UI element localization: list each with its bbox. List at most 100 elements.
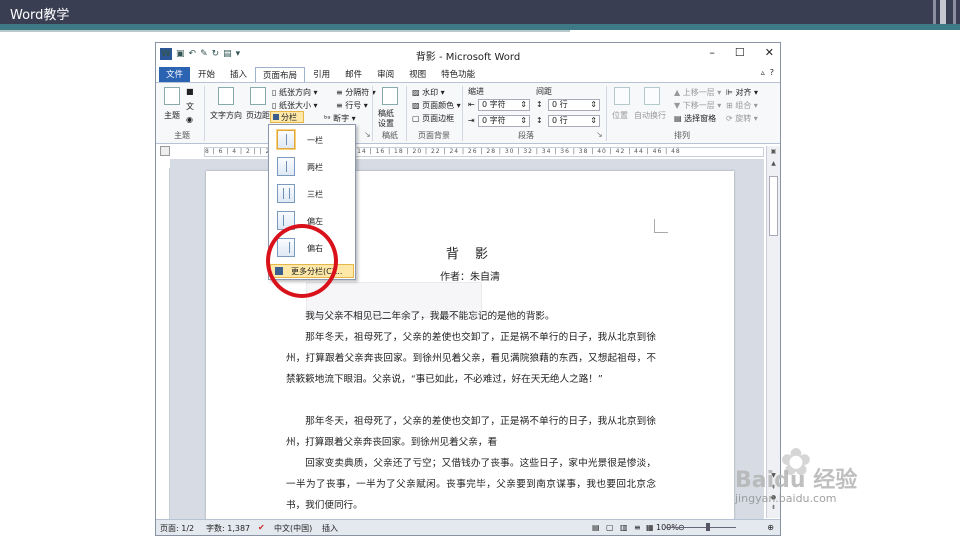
paragraph[interactable]: 那年冬天，祖母死了，父亲的差使也交卸了，正是祸不单行的日子，我从北京到徐州，打算… — [286, 327, 656, 390]
group-separator — [204, 86, 205, 141]
theme-fonts-icon[interactable]: 文 — [186, 101, 194, 112]
align-button[interactable]: ⊫ 对齐 ▾ — [726, 87, 758, 98]
web-layout-view-icon[interactable]: ▥ — [620, 523, 628, 532]
tab-mailings[interactable]: 邮件 — [338, 67, 369, 82]
text-direction-icon[interactable] — [218, 87, 234, 105]
align-label: 对齐 — [735, 88, 752, 97]
zoom-slider[interactable] — [666, 527, 736, 528]
breaks-button[interactable]: ≡ 分隔符 ▾ — [336, 87, 376, 98]
tab-page-layout[interactable]: 页面布局 — [255, 67, 306, 82]
page-setup-dialog-launcher-icon[interactable]: ↘ — [364, 130, 371, 139]
indent-right-input[interactable]: 0 字符 ⇕ — [478, 115, 530, 127]
paragraph-dialog-launcher-icon[interactable]: ↘ — [596, 130, 603, 139]
theme-effects-icon[interactable]: ◉ — [186, 115, 193, 124]
columns-option-one[interactable]: 一栏 — [271, 127, 355, 153]
header-stripe — [953, 0, 956, 24]
watermark-button[interactable]: ▨ 水印 ▾ — [412, 87, 445, 98]
indent-right-value: 0 字符 — [482, 116, 506, 125]
indent-label: 缩进 — [468, 87, 484, 96]
spacing-label: 间距 — [536, 87, 552, 96]
document-area: 背 影 作者：朱自清 我与父亲不相见已二年余了，我最不能忘记的是他的背影。 那年… — [170, 159, 764, 521]
columns-option-three[interactable]: 三栏 — [271, 181, 355, 207]
columns-option-two[interactable]: 两栏 — [271, 154, 355, 180]
margins-button[interactable]: 页边距 — [246, 110, 270, 121]
zoom-slider-knob[interactable] — [706, 523, 710, 531]
tab-references[interactable]: 引用 — [306, 67, 337, 82]
page-border-button[interactable]: ▢ 页面边框 — [412, 113, 454, 124]
outline-view-icon[interactable]: ≡ — [634, 523, 641, 532]
theme-colors-icon[interactable]: ■ — [186, 87, 194, 96]
position-icon[interactable] — [614, 87, 630, 105]
paragraph[interactable]: 那年冬天，祖母死了，父亲的差使也交卸了，正是祸不单行的日子，我从北京到徐州，打算… — [286, 411, 656, 453]
zoom-in-icon[interactable]: ⊕ — [767, 523, 774, 532]
draft-settings-button[interactable]: 稿纸 设置 — [378, 109, 394, 129]
hyphenation-label: 断字 — [333, 114, 350, 123]
columns-button[interactable]: 分栏 — [270, 111, 304, 123]
ribbon-tabs: 文件 开始 插入 页面布局 引用 邮件 审阅 视图 特色功能 — [156, 66, 780, 82]
text-direction-button[interactable]: 文字方向 — [210, 110, 242, 121]
proofing-icon[interactable]: ✔ — [258, 523, 265, 532]
insert-mode[interactable]: 插入 — [322, 523, 338, 534]
slide-deco-line — [0, 30, 570, 32]
tab-view[interactable]: 视图 — [402, 67, 433, 82]
vertical-ruler[interactable] — [160, 168, 170, 528]
line-numbers-label: 行号 — [345, 101, 362, 110]
line-numbers-button[interactable]: ≡ 行号 ▾ — [336, 100, 368, 111]
spin-arrows-icon[interactable]: ⇕ — [590, 100, 599, 110]
word-count[interactable]: 字数: 1,387 — [206, 523, 250, 534]
wrap-text-button[interactable]: 自动换行 — [634, 110, 666, 121]
paragraph[interactable]: 我与父亲不相见已二年余了，我最不能忘记的是他的背影。 — [286, 306, 656, 327]
wrap-text-icon[interactable] — [644, 87, 660, 105]
indent-left-input[interactable]: 0 字符 ⇕ — [478, 99, 530, 111]
page-color-button[interactable]: ▨ 页面颜色 ▾ — [412, 100, 461, 111]
scroll-up-icon[interactable]: ▲ — [769, 160, 778, 169]
tab-insert[interactable]: 插入 — [223, 67, 254, 82]
minimize-ribbon-icon[interactable]: ▵ — [761, 68, 765, 77]
send-backward-label: 下移一层 — [682, 101, 715, 110]
next-page-icon[interactable]: ⇟ — [769, 504, 778, 513]
draft-paper-icon[interactable] — [382, 87, 398, 105]
tab-special[interactable]: 特色功能 — [434, 67, 482, 82]
page-count[interactable]: 页面: 1/2 — [160, 523, 194, 534]
position-button[interactable]: 位置 — [612, 110, 628, 121]
tab-home[interactable]: 开始 — [191, 67, 222, 82]
theme-icon[interactable] — [164, 87, 180, 105]
bring-forward-button[interactable]: ▲ 上移一层 ▾ — [674, 87, 721, 98]
maximize-button[interactable]: ☐ — [735, 46, 745, 59]
selection-pane-button[interactable]: ▤ 选择窗格 — [674, 113, 716, 124]
rotate-button[interactable]: ⟳ 旋转 ▾ — [726, 113, 758, 124]
language-indicator[interactable]: 中文(中国) — [274, 523, 312, 534]
space-after-input[interactable]: 0 行 ⇕ — [548, 115, 600, 127]
minimize-button[interactable]: – — [709, 46, 715, 59]
tab-file[interactable]: 文件 — [159, 67, 191, 82]
print-layout-view-icon[interactable]: ▤ — [592, 523, 600, 532]
close-button[interactable]: ✕ — [765, 46, 774, 59]
help-icon[interactable]: ? — [770, 68, 774, 77]
draft-view-icon[interactable]: ▦ — [646, 523, 654, 532]
hyphenation-button[interactable]: ᵇᵃ 断字 ▾ — [324, 113, 356, 124]
full-screen-view-icon[interactable]: ▢ — [606, 523, 614, 532]
selection-pane-label: 选择窗格 — [684, 114, 717, 123]
margins-icon[interactable] — [250, 87, 266, 105]
highlight-circle — [266, 224, 338, 298]
spin-arrows-icon[interactable]: ⇕ — [520, 116, 529, 126]
scrollbar-thumb[interactable] — [769, 176, 778, 236]
group-objects-button[interactable]: ⊞ 组合 ▾ — [726, 100, 758, 111]
spin-arrows-icon[interactable]: ⇕ — [590, 116, 599, 126]
paper-size-label: 纸张大小 — [278, 101, 311, 110]
paper-size-button[interactable]: ▯ 纸张大小 ▾ — [272, 100, 318, 111]
paragraph[interactable]: 回家变卖典质，父亲还了亏空；又借钱办了丧事。这些日子，家中光景很是惨淡，一半为了… — [286, 453, 656, 516]
orientation-button[interactable]: ▯ 纸张方向 ▾ — [272, 87, 318, 98]
ribbon-help-area: ▵ ? — [761, 68, 774, 77]
group-label-background: 页面背景 — [418, 131, 450, 140]
ruler-toggle-icon[interactable]: ▣ — [769, 148, 778, 157]
orientation-label: 纸张方向 — [278, 88, 311, 97]
paper-size-icon: ▯ — [272, 101, 279, 110]
watermark-brand: Baidu 经验 — [735, 468, 858, 493]
send-backward-button[interactable]: ▼ 下移一层 ▾ — [674, 100, 721, 111]
space-before-input[interactable]: 0 行 ⇕ — [548, 99, 600, 111]
tab-review[interactable]: 审阅 — [370, 67, 401, 82]
spin-arrows-icon[interactable]: ⇕ — [520, 100, 529, 110]
theme-button[interactable]: 主题 — [164, 110, 180, 121]
ruler-tab-selector[interactable] — [160, 146, 170, 156]
